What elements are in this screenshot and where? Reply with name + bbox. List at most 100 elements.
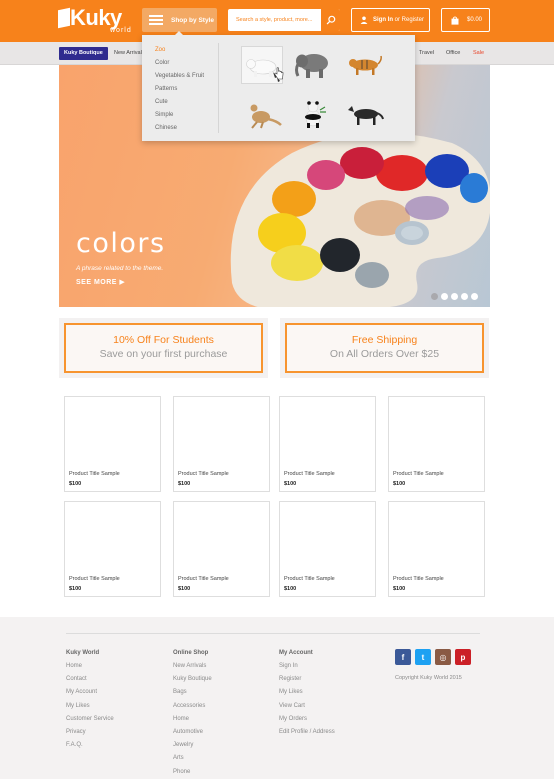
play-arrow-icon: ▶ [119, 279, 126, 286]
product-card[interactable]: Product Title Sample $100 [279, 501, 376, 597]
product-title[interactable]: Product Title Sample [69, 471, 120, 477]
footer-link-privacy[interactable]: Privacy [66, 728, 114, 741]
footer-link-my-account[interactable]: My Account [66, 688, 114, 701]
category-new-arrivals[interactable]: New Arrivals [114, 47, 145, 60]
twitter-icon[interactable]: t [415, 649, 431, 665]
product-card[interactable]: Product Title Sample $100 [388, 396, 485, 492]
shopping-bag-icon [451, 16, 459, 25]
footer-link-kuky-boutique[interactable]: Kuky Boutique [173, 675, 212, 688]
footer-heading: Online Shop [173, 650, 209, 656]
category-office[interactable]: Office [446, 47, 460, 60]
footer-link-my-likes-account[interactable]: My Likes [279, 688, 335, 701]
footer-link-my-orders[interactable]: My Orders [279, 715, 335, 728]
elephant-tile[interactable] [292, 46, 334, 84]
product-price: $100 [393, 586, 406, 592]
footer-link-register[interactable]: Register [279, 675, 335, 688]
pinterest-icon[interactable]: p [455, 649, 471, 665]
product-card[interactable]: Product Title Sample $100 [64, 396, 161, 492]
product-card[interactable]: Product Title Sample $100 [173, 501, 270, 597]
product-title[interactable]: Product Title Sample [178, 471, 229, 477]
product-card[interactable]: Product Title Sample $100 [64, 501, 161, 597]
footer-link-contact[interactable]: Contact [66, 675, 114, 688]
social-links: f t ◎ p [395, 649, 471, 665]
footer-link-new-arrivals[interactable]: New Arrivals [173, 662, 212, 675]
shop-by-style-label: Shop by Style [171, 16, 214, 24]
shop-by-style-dropdown: Zoo Color Vegetables & Fruit Patterns Cu… [142, 31, 415, 141]
promo-free-shipping[interactable]: Free Shipping On All Orders Over $25 [280, 318, 489, 378]
footer-link-view-cart[interactable]: View Cart [279, 702, 335, 715]
style-item-chinese[interactable]: Chinese [155, 122, 204, 135]
style-item-cute[interactable]: Cute [155, 96, 204, 109]
product-card[interactable]: Product Title Sample $100 [173, 396, 270, 492]
product-title[interactable]: Product Title Sample [284, 471, 335, 477]
category-sale[interactable]: Sale [473, 47, 484, 60]
tiger-tile[interactable] [344, 46, 386, 84]
product-price: $100 [69, 481, 82, 487]
slider-dot[interactable] [441, 293, 448, 300]
panda-tile[interactable] [292, 95, 334, 133]
cart-button[interactable]: $0.00 [441, 8, 490, 32]
style-item-vegetables-fruit[interactable]: Vegetables & Fruit [155, 70, 204, 83]
elephant-icon [295, 54, 328, 78]
instagram-icon[interactable]: ◎ [435, 649, 451, 665]
category-kuky-boutique[interactable]: Kuky Boutique [59, 47, 108, 60]
slider-dot[interactable] [431, 293, 438, 300]
product-price: $100 [284, 481, 297, 487]
product-title[interactable]: Product Title Sample [393, 576, 444, 582]
footer-link-sign-in[interactable]: Sign In [279, 662, 335, 675]
product-title[interactable]: Product Title Sample [69, 576, 120, 582]
sign-in-link[interactable]: Sign In [373, 17, 393, 23]
shop-by-style-button[interactable]: Shop by Style [142, 8, 217, 32]
see-more-label: SEE MORE [76, 279, 117, 286]
product-card[interactable]: Product Title Sample $100 [279, 396, 376, 492]
style-list: Zoo Color Vegetables & Fruit Patterns Cu… [155, 44, 204, 135]
search-input[interactable] [228, 9, 320, 31]
footer-link-home-decor[interactable]: Home [173, 715, 212, 728]
tiger-icon [349, 55, 382, 75]
search-button[interactable] [320, 9, 340, 31]
promo-students-subtitle: Save on your first purchase [99, 348, 228, 360]
product-title[interactable]: Product Title Sample [178, 576, 229, 582]
hero-headline: colors [76, 228, 166, 259]
footer-link-phone[interactable]: Phone [173, 768, 212, 779]
slider-dot[interactable] [461, 293, 468, 300]
see-more-link[interactable]: SEE MORE ▶ [76, 278, 125, 286]
sign-in-label: Sign In or Register [373, 17, 424, 23]
search-box [228, 9, 340, 31]
logo-subtext: world [110, 27, 132, 34]
category-travel[interactable]: Travel [419, 47, 434, 60]
footer-link-jewelry[interactable]: Jewelry [173, 741, 212, 754]
footer-link-edit-profile[interactable]: Edit Profile / Address [279, 728, 335, 741]
sign-in-register-button[interactable]: Sign In or Register [351, 8, 430, 32]
paint-palette-image [230, 133, 490, 307]
product-card[interactable]: Product Title Sample $100 [388, 501, 485, 597]
cursor-hand-icon [274, 67, 284, 80]
footer-link-arts[interactable]: Arts [173, 754, 212, 767]
wolf-tile[interactable] [344, 95, 386, 133]
footer-link-bags[interactable]: Bags [173, 688, 212, 701]
logo-mark [58, 7, 70, 29]
footer-link-customer-service[interactable]: Customer Service [66, 715, 114, 728]
product-title[interactable]: Product Title Sample [284, 576, 335, 582]
footer-link-automotive[interactable]: Automotive [173, 728, 212, 741]
footer: Kuky World Home Contact My Account My Li… [0, 617, 554, 779]
slider-dot[interactable] [451, 293, 458, 300]
product-price: $100 [69, 586, 82, 592]
style-item-simple[interactable]: Simple [155, 109, 204, 122]
kangaroo-tile[interactable] [241, 95, 283, 133]
dropdown-caret [174, 31, 184, 36]
slider-dot[interactable] [471, 293, 478, 300]
promo-students[interactable]: 10% Off For Students Save on your first … [59, 318, 268, 378]
product-title[interactable]: Product Title Sample [393, 471, 444, 477]
style-item-patterns[interactable]: Patterns [155, 83, 204, 96]
footer-link-accessories[interactable]: Accessories [173, 702, 212, 715]
facebook-icon[interactable]: f [395, 649, 411, 665]
style-item-zoo[interactable]: Zoo [155, 44, 204, 57]
footer-link-home[interactable]: Home [66, 662, 114, 675]
footer-link-my-likes[interactable]: My Likes [66, 702, 114, 715]
product-price: $100 [284, 586, 297, 592]
style-item-color[interactable]: Color [155, 57, 204, 70]
logo[interactable]: Kuky world [58, 5, 132, 37]
footer-link-faq[interactable]: F.A.Q. [66, 741, 114, 754]
register-link[interactable]: Register [402, 17, 424, 23]
